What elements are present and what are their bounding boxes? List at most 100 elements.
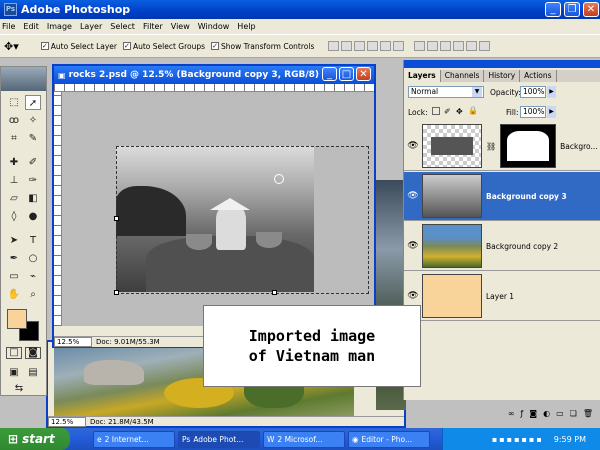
link-layers-icon[interactable]: ∞: [508, 409, 515, 418]
eye-icon[interactable]: 👁: [404, 191, 422, 201]
brush-tool-icon[interactable]: ✐: [25, 155, 41, 170]
close-icon[interactable]: ✕: [583, 2, 599, 17]
link-chain-icon[interactable]: ⛓: [486, 142, 496, 151]
adjustment-layer-icon[interactable]: ◐: [543, 409, 550, 418]
align-top-icon[interactable]: [328, 41, 340, 51]
lasso-tool-icon[interactable]: ꝏ: [6, 113, 22, 128]
history-brush-icon[interactable]: ✑: [25, 173, 41, 188]
slice-tool-icon[interactable]: ✎: [25, 131, 41, 146]
tab-actions[interactable]: Actions: [520, 70, 557, 82]
shape-tool-icon[interactable]: ○: [25, 251, 41, 266]
menu-image[interactable]: Image: [47, 22, 72, 31]
transform-handle[interactable]: [272, 290, 277, 295]
toolbox-header-feather-icon[interactable]: [1, 67, 46, 91]
eyedropper-icon[interactable]: ⌁: [25, 269, 41, 284]
doc-minimize-icon[interactable]: _: [322, 67, 337, 81]
align-vcenter-icon[interactable]: [341, 41, 353, 51]
trash-icon[interactable]: 🗑: [583, 409, 593, 418]
minimize-icon[interactable]: _: [545, 2, 561, 17]
screen-mode-icon[interactable]: ▣: [6, 365, 22, 380]
align-left-icon[interactable]: [367, 41, 379, 51]
layer-row[interactable]: 👁 Layer 1: [404, 272, 600, 321]
new-group-icon[interactable]: ▭: [556, 409, 564, 418]
menu-filter[interactable]: Filter: [143, 22, 163, 31]
layer-row-selected[interactable]: 👁 Background copy 3: [404, 172, 600, 221]
new-layer-icon[interactable]: ❏: [570, 409, 577, 418]
blur-tool-icon[interactable]: ◊: [6, 209, 22, 224]
fill-input[interactable]: 100%: [520, 106, 546, 118]
doc-close-icon[interactable]: ✕: [356, 67, 371, 81]
zoom-field-front[interactable]: 12.5%: [54, 337, 92, 347]
chevron-right-icon[interactable]: ▶: [547, 86, 556, 98]
move-tool-icon[interactable]: ➚: [25, 95, 41, 110]
taskbar-item-photoshop[interactable]: Ps Adobe Phot...: [178, 430, 260, 448]
layer-mask-thumbnail[interactable]: [500, 124, 557, 168]
distribute-bottom-icon[interactable]: [440, 41, 452, 51]
tray-icons[interactable]: ▪▪▪▪▪▪▪: [492, 435, 544, 444]
menu-file[interactable]: File: [2, 22, 15, 31]
taskbar-item-word[interactable]: W2 Microsof...: [263, 430, 345, 448]
jump-to-imageready-icon[interactable]: ⇆: [11, 381, 27, 396]
pen-tool-icon[interactable]: ✒: [6, 251, 22, 266]
taskbar-item-editor[interactable]: ◉ Editor - Pho...: [348, 430, 430, 448]
menu-edit[interactable]: Edit: [23, 22, 39, 31]
hand-tool-icon[interactable]: ✋: [6, 287, 22, 302]
notes-tool-icon[interactable]: ▭: [6, 269, 22, 284]
layer-row[interactable]: 👁 ⛓ Backgro...: [404, 122, 600, 171]
healing-brush-icon[interactable]: ✚: [6, 155, 22, 170]
eraser-tool-icon[interactable]: ▱: [6, 191, 22, 206]
eye-icon[interactable]: 👁: [404, 141, 422, 151]
doc-maximize-icon[interactable]: □: [339, 67, 354, 81]
lock-transparency-icon[interactable]: [432, 107, 440, 115]
distribute-top-icon[interactable]: [414, 41, 426, 51]
dodge-tool-icon[interactable]: ●: [25, 209, 41, 224]
layer-style-icon[interactable]: ƒ: [521, 409, 524, 418]
add-mask-icon[interactable]: ◙: [529, 409, 537, 418]
path-select-icon[interactable]: ➤: [6, 233, 22, 248]
move-tool-icon[interactable]: ✥▾: [4, 40, 19, 53]
lock-all-icon[interactable]: 🔒: [468, 106, 478, 115]
quick-mask-icon[interactable]: ◙: [25, 347, 41, 359]
transform-bounding-box[interactable]: [116, 146, 369, 294]
menu-select[interactable]: Select: [110, 22, 135, 31]
clone-stamp-icon[interactable]: ⊥: [6, 173, 22, 188]
zoom-tool-icon[interactable]: ⌕: [25, 287, 41, 302]
chevron-down-icon[interactable]: ▼: [472, 87, 482, 97]
marquee-tool-icon[interactable]: ⬚: [6, 95, 22, 110]
standard-mode-icon[interactable]: □: [6, 347, 22, 359]
transform-handle[interactable]: [114, 290, 119, 295]
show-transform-controls-checkbox[interactable]: ✓ Show Transform Controls: [211, 42, 314, 51]
distribute-hcenter-icon[interactable]: [466, 41, 478, 51]
blend-mode-select[interactable]: Normal ▼: [408, 86, 484, 98]
taskbar-item-internet[interactable]: e2 Internet...: [93, 430, 175, 448]
zoom-field-back[interactable]: 12.5%: [48, 416, 86, 427]
start-button[interactable]: ⊞ start: [0, 428, 70, 450]
menu-window[interactable]: Window: [198, 22, 230, 31]
lock-brush-icon[interactable]: ✐: [444, 107, 451, 116]
menu-view[interactable]: View: [171, 22, 190, 31]
crop-tool-icon[interactable]: ⌗: [6, 131, 22, 146]
transform-handle[interactable]: [114, 216, 119, 221]
foreground-color-swatch[interactable]: [7, 309, 27, 329]
eye-icon[interactable]: 👁: [404, 291, 422, 301]
distribute-vcenter-icon[interactable]: [427, 41, 439, 51]
align-hcenter-icon[interactable]: [380, 41, 392, 51]
magic-wand-icon[interactable]: ✧: [25, 113, 41, 128]
distribute-left-icon[interactable]: [453, 41, 465, 51]
tab-channels[interactable]: Channels: [441, 70, 485, 82]
menu-help[interactable]: Help: [237, 22, 255, 31]
align-bottom-icon[interactable]: [354, 41, 366, 51]
eye-icon[interactable]: 👁: [404, 241, 422, 251]
menu-layer[interactable]: Layer: [80, 22, 102, 31]
gradient-tool-icon[interactable]: ◧: [25, 191, 41, 206]
lock-position-icon[interactable]: ✥: [456, 107, 463, 116]
chevron-right-icon[interactable]: ▶: [547, 106, 556, 118]
auto-select-groups-checkbox[interactable]: ✓ Auto Select Groups: [122, 42, 205, 51]
canvas-area[interactable]: [62, 92, 374, 326]
tab-history[interactable]: History: [484, 70, 521, 82]
type-tool-icon[interactable]: T: [25, 233, 41, 248]
screen-mode-full-icon[interactable]: ▤: [25, 365, 41, 380]
align-right-icon[interactable]: [393, 41, 405, 51]
restore-icon[interactable]: ❐: [564, 2, 580, 17]
tab-layers[interactable]: Layers: [404, 70, 441, 82]
